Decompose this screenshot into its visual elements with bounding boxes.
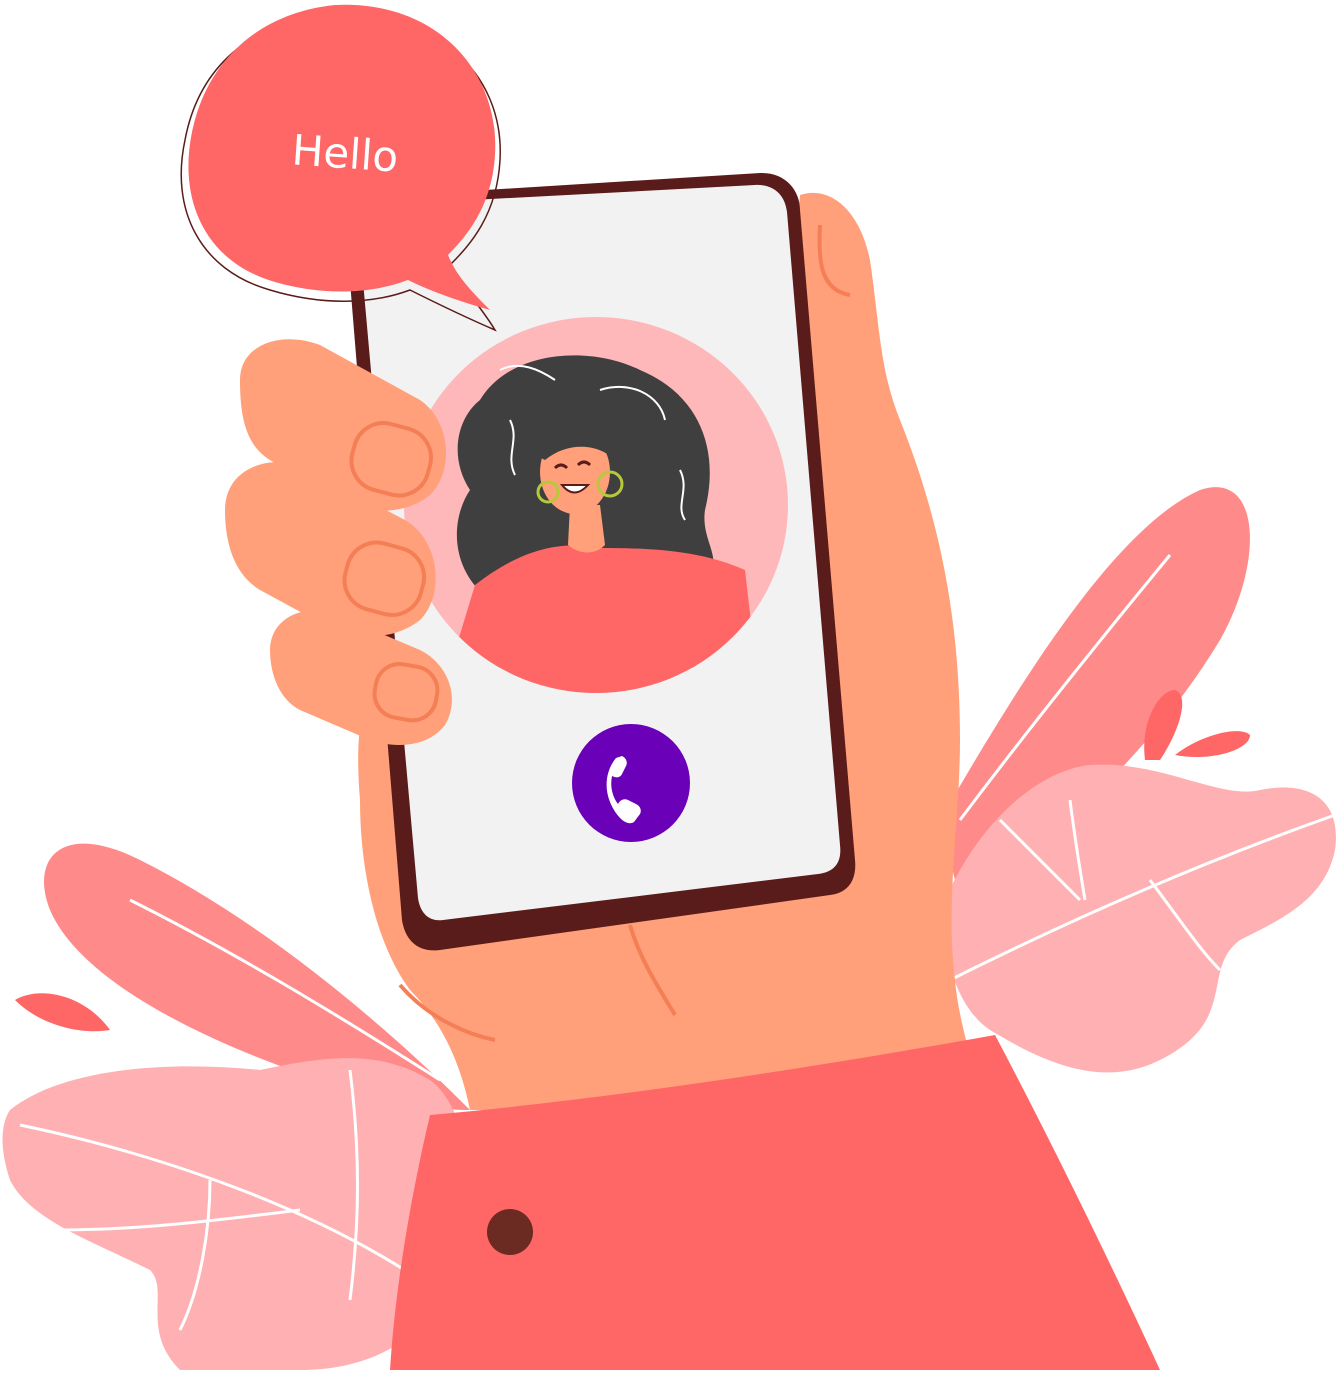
splash-right-2 xyxy=(1175,731,1250,758)
speech-bubble: Hello xyxy=(180,4,501,332)
illustration-canvas: Hello xyxy=(2,4,1336,1370)
call-button-circle[interactable] xyxy=(572,724,690,842)
call-button[interactable] xyxy=(572,724,690,842)
fingers xyxy=(225,339,452,745)
speech-bubble-text: Hello xyxy=(290,125,400,181)
splash-left xyxy=(15,993,110,1032)
sleeve-button xyxy=(487,1209,533,1255)
